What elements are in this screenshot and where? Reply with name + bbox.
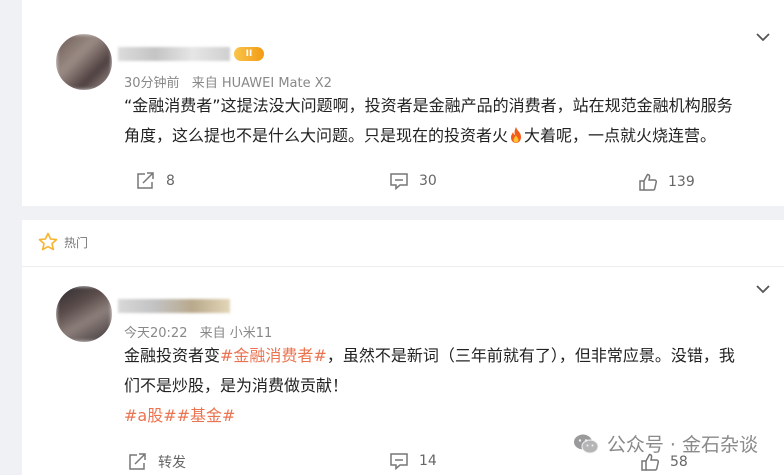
wechat-icon [573,434,599,453]
star-icon [38,232,58,251]
avatar[interactable] [56,34,112,90]
username-blurred[interactable] [118,296,230,316]
share-count: 8 [166,173,175,189]
chevron-down-icon[interactable] [754,280,772,298]
comment-text-line: 们不是炒股，是为消费做贡献！ [124,376,349,395]
comment-source: 来自 小米11 [199,326,273,341]
fire-emoji-icon [508,124,524,143]
comment-icon [390,453,408,470]
watermark: 公众号 · 金石杂谈 [573,430,758,457]
comment-text-segment: 角度，这么提也不是什么大问题。只是现在的投资者火 [124,126,509,145]
comment-text-line: 金融投资者变#金融消费者#，虽然不是新词（三年前就有了），但非常应景。没错，我 [124,341,774,371]
thumbs-up-icon [639,173,658,191]
username-blurred[interactable] [118,44,230,64]
hot-label-text: 热门 [64,235,89,250]
comment-count: 14 [419,453,437,469]
share-icon [137,172,154,189]
hashtag-link[interactable]: #金融消费者# [220,346,327,365]
share-button[interactable]: 8 [136,172,175,190]
comment-text-segment: 大着呢，一点就火烧连营。 [524,126,717,145]
comment-text-line: 角度，这么提也不是什么大问题。只是现在的投资者火 大着呢，一点就火烧连营。 [124,121,774,151]
comment-text-line: “金融消费者”这提法没大问题啊，投资者是金融产品的消费者，站在规范金融机构服务 [124,96,733,115]
share-label: 转发 [158,455,186,471]
comment-meta: 今天20:22 来自 小米11 [124,322,280,341]
share-button[interactable]: 转发 [128,452,186,472]
comment-button[interactable]: 14 [389,452,437,470]
watermark-text: 公众号 · 金石杂谈 [606,434,758,456]
comment-button[interactable]: 30 [389,172,437,190]
chevron-down-icon[interactable] [754,28,772,46]
divider [22,266,784,267]
hashtag-link[interactable]: #a股##基金# [124,401,774,431]
comment-meta: 30分钟前 来自 HUAWEI Mate X2 [124,72,340,91]
comment-text: “金融消费者”这提法没大问题啊，投资者是金融产品的消费者，站在规范金融机构服务 … [124,91,774,151]
comment-icon [390,173,408,190]
comment-text-segment: ，虽然不是新词（三年前就有了），但非常应景。没错，我 [326,346,735,365]
share-icon [129,453,146,470]
like-count: 139 [668,174,695,190]
hot-label: 热门 [38,232,88,252]
comment-text-segment: 金融投资者变 [124,346,221,365]
avatar[interactable] [56,286,112,342]
comment-card: II 30分钟前 来自 HUAWEI Mate X2 “金融消费者”这提法没大问… [22,0,784,206]
comment-source: 来自 HUAWEI Mate X2 [191,76,332,91]
user-badge: II [234,47,264,61]
comment-time: 今天20:22 [124,326,188,341]
comment-time: 30分钟前 [124,76,180,91]
comment-count: 30 [419,173,437,189]
comment-text: 金融投资者变#金融消费者#，虽然不是新词（三年前就有了），但非常应景。没错，我 … [124,341,774,431]
like-button[interactable]: 139 [638,172,695,192]
